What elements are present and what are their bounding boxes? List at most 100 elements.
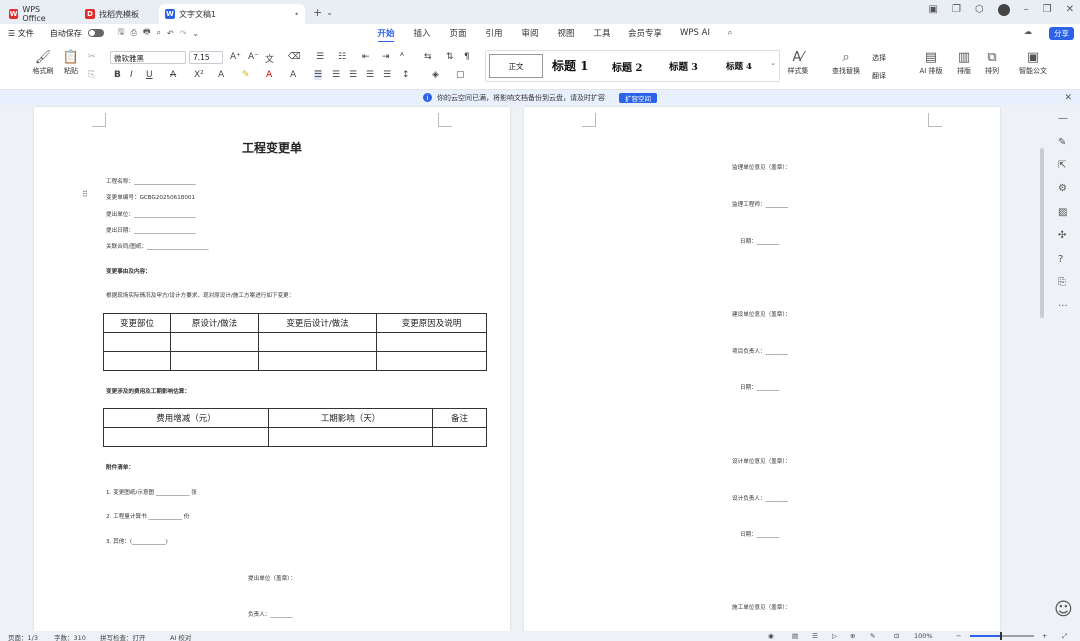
decrease-indent-icon[interactable]: ⇤ [362, 52, 370, 62]
document-page-2[interactable]: 监理单位意见（盖章）： 监理工程师：________ 日期：________ 建… [524, 107, 1000, 631]
page-view-icon[interactable]: ▤ [792, 632, 798, 640]
style-normal[interactable]: 正文 [489, 54, 543, 78]
settings-sliders-icon[interactable]: ⚙ [1058, 183, 1067, 194]
style-heading-2[interactable]: 标题 2 [612, 59, 642, 74]
format-painter-button[interactable]: 🖌 格式刷 [30, 50, 56, 76]
screenshot-icon[interactable]: ▣ [928, 4, 937, 16]
save-icon[interactable]: 🖫 [118, 26, 125, 40]
zoom-slider[interactable] [970, 632, 1034, 640]
web-view-icon[interactable]: ⊕ [850, 632, 855, 640]
style-heading-1[interactable]: 标题 1 [552, 57, 589, 74]
style-scroll-icon[interactable]: ⌄ [770, 59, 776, 67]
cut-icon[interactable]: ✂ [88, 52, 96, 62]
print-icon[interactable]: 🖶 [143, 26, 151, 40]
fullscreen-icon[interactable]: ⤢ [1062, 632, 1067, 641]
share-doc-icon[interactable]: ⎘ [1058, 277, 1066, 288]
cursor-select-icon[interactable]: ⇱ [1058, 160, 1066, 171]
style-heading-3[interactable]: 标题 3 [669, 59, 698, 73]
image-icon[interactable]: ▨ [1058, 207, 1067, 218]
close-icon[interactable]: ✕ [1064, 93, 1072, 103]
cloud-sync-icon[interactable]: ☁ [1024, 27, 1032, 36]
sort-icon[interactable]: ⇅ [446, 52, 454, 62]
phonetic-icon[interactable]: 文 [265, 52, 274, 65]
undo-icon[interactable]: ↶ [167, 29, 174, 38]
table-row[interactable] [103, 427, 487, 447]
paste-button[interactable]: 📋 粘贴 [58, 50, 84, 76]
chinese-layout-icon[interactable]: ᴬ [400, 52, 404, 62]
char-shading-icon[interactable]: A [290, 70, 296, 80]
more-icon[interactable]: • [294, 10, 299, 19]
text-direction-icon[interactable]: ⇆ [424, 52, 432, 62]
smart-doc-button[interactable]: ▣ 智能公文 [1016, 50, 1050, 76]
zoom-slider-knob[interactable] [1000, 632, 1002, 640]
minimize-icon[interactable]: – [1024, 4, 1029, 16]
tab-insert[interactable]: 插入 [404, 27, 440, 39]
tools-icon[interactable]: ✣ [1058, 230, 1066, 241]
text-effect-icon[interactable]: A [218, 70, 224, 80]
tab-references[interactable]: 引用 [476, 27, 512, 39]
tab-home[interactable]: 开始 [368, 27, 404, 43]
font-size-select[interactable]: 7.15 [189, 51, 223, 64]
tab-tools[interactable]: 工具 [584, 27, 620, 39]
share-button[interactable]: 分享 [1049, 27, 1074, 40]
strikethrough-icon[interactable]: A [170, 70, 176, 80]
help-icon[interactable]: ? [1058, 254, 1063, 265]
line-spacing-icon[interactable]: ↕ [402, 70, 410, 80]
close-icon[interactable]: ✕ [1066, 4, 1074, 16]
vertical-scrollbar[interactable] [1040, 148, 1044, 318]
assistant-avatar-icon[interactable]: ☺ [1054, 599, 1073, 620]
export-pdf-icon[interactable]: ⎙ [131, 28, 137, 38]
spell-check[interactable]: 拼写检查：打开 [100, 632, 146, 641]
search-icon[interactable]: ⌕ [720, 28, 740, 38]
grow-font-icon[interactable]: A⁺ [230, 52, 241, 62]
tab-list-icon[interactable]: ⌄ [326, 8, 333, 17]
highlight-icon[interactable]: ✎ [242, 70, 250, 80]
page-count[interactable]: 页面：1/3 [8, 632, 38, 641]
tab-review[interactable]: 审阅 [512, 27, 548, 39]
show-marks-icon[interactable]: ¶ [464, 52, 470, 62]
ai-proofread[interactable]: AI 校对 [170, 632, 191, 641]
window-icon[interactable]: ❐ [952, 4, 961, 16]
tab-wps-office[interactable]: W WPS Office [3, 4, 69, 24]
outline-view-icon[interactable]: ☰ [812, 632, 818, 640]
copy-icon[interactable]: ⎘ [88, 70, 95, 80]
bold-icon[interactable]: B [114, 70, 121, 80]
tab-view[interactable]: 视图 [548, 27, 584, 39]
fit-icon[interactable]: ⊡ [894, 632, 899, 640]
tab-member[interactable]: 会员专享 [620, 27, 670, 39]
tab-page[interactable]: 页面 [440, 27, 476, 39]
align-left-icon[interactable]: ☰ [314, 70, 323, 80]
find-replace-button[interactable]: ⌕ 查找替换 [826, 50, 866, 76]
align-center-icon[interactable]: ☰ [332, 70, 340, 80]
autosave-toggle[interactable] [87, 29, 104, 37]
tab-document[interactable]: W 文字文稿1 • [159, 4, 305, 24]
shrink-font-icon[interactable]: A⁻ [248, 52, 259, 62]
layout-button[interactable]: ▥ 排版 [952, 50, 976, 76]
style-set-button[interactable]: A⁄ 样式集 [784, 50, 812, 76]
table-row[interactable] [103, 351, 487, 371]
pencil-icon[interactable]: ✎ [870, 632, 875, 640]
clear-format-icon[interactable]: ⌫ [288, 52, 301, 62]
zoom-level[interactable]: 100% [914, 632, 933, 640]
italic-icon[interactable]: I [130, 70, 133, 80]
increase-indent-icon[interactable]: ⇥ [382, 52, 390, 62]
bullet-list-icon[interactable]: ☰ [316, 52, 324, 62]
table-row[interactable] [103, 332, 487, 352]
file-menu[interactable]: ☰ 文件 [8, 28, 34, 39]
tab-docer[interactable]: D 找稻壳模板 [79, 4, 151, 24]
underline-icon[interactable]: U [146, 70, 153, 80]
avatar[interactable] [997, 4, 1010, 16]
chevron-down-icon[interactable]: ⌄ [192, 29, 199, 38]
word-count[interactable]: 字数：310 [54, 632, 86, 641]
restore-icon[interactable]: ❐ [1043, 4, 1052, 16]
font-color-icon[interactable]: A [266, 70, 272, 80]
border-icon[interactable]: ▢ [456, 70, 465, 80]
shading-icon[interactable]: ◈ [432, 70, 439, 80]
font-name-select[interactable]: 微软雅黑 [110, 51, 186, 64]
superscript-icon[interactable]: X² [194, 70, 204, 80]
cube-icon[interactable]: ⬡ [975, 4, 984, 16]
new-tab-button[interactable]: + [313, 6, 322, 19]
redo-icon[interactable]: ↷ [180, 29, 187, 38]
drag-handle-icon[interactable]: ⠿ [82, 190, 88, 199]
select-button[interactable]: 选择 [872, 53, 886, 63]
